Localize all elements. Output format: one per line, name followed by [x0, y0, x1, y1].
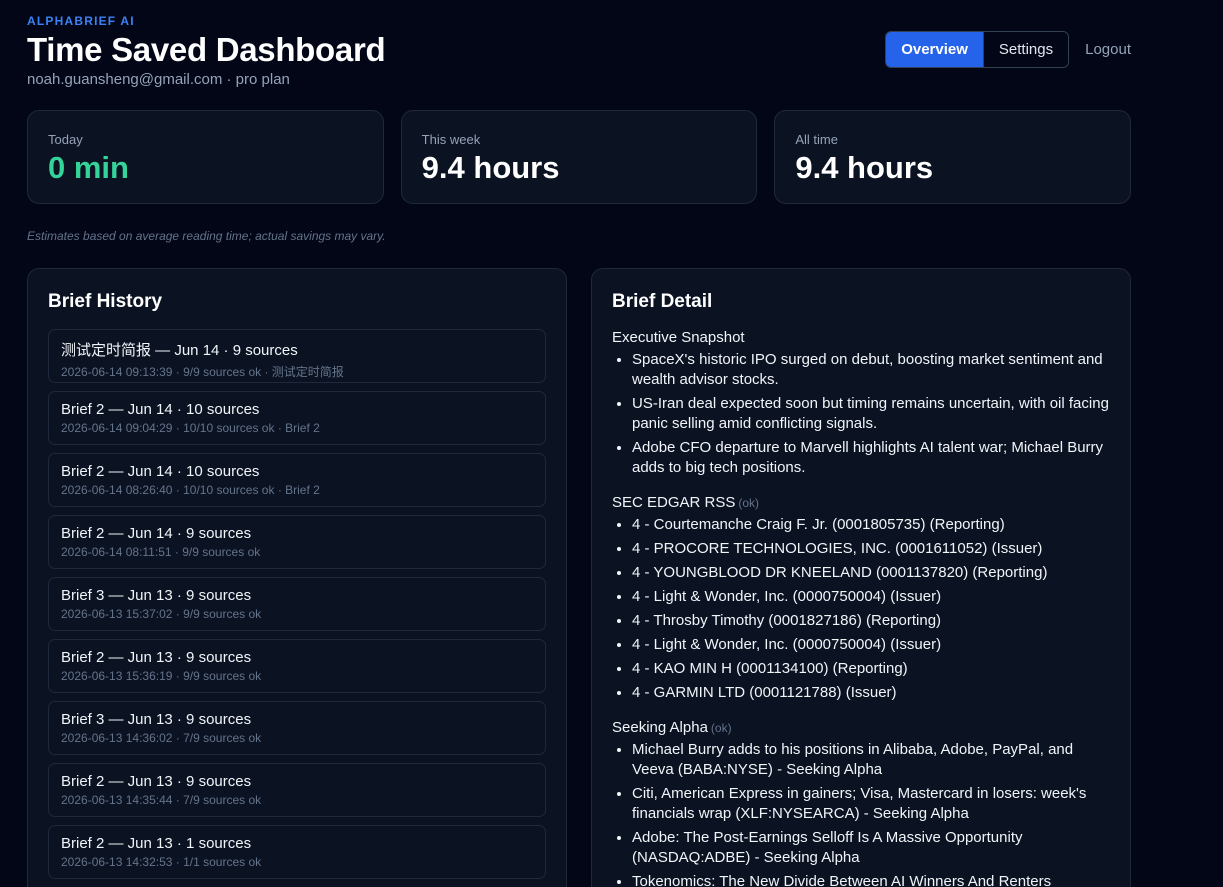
brief-item-title: Brief 2 — Jun 13 · 9 sources	[61, 773, 252, 790]
brief-item-title: Brief 2 — Jun 13 · 1 sources	[61, 835, 252, 852]
section-item: 4 - GARMIN LTD (0001121788) (Issuer)	[632, 683, 1110, 703]
brief-history-panel: Brief History 测试定时简报 — Jun 14 · 9 source…	[27, 268, 567, 887]
section-item: Michael Burry adds to his positions in A…	[632, 740, 1110, 780]
brief-history-item[interactable]: Brief 2 — Jun 14 · 10 sources 2026-06-14 …	[48, 391, 546, 445]
section-status: (ok)	[710, 721, 732, 735]
section-heading: SEC EDGAR RSS (ok)	[612, 494, 1110, 511]
brief-item-title: Brief 2 — Jun 13 · 9 sources	[61, 649, 252, 666]
stat-value: 9.4 hours	[421, 150, 560, 185]
brief-item-title: 测试定时简报 — Jun 14 · 9 sources	[61, 342, 298, 359]
section-heading: Seeking Alpha (ok)	[612, 719, 1110, 736]
section-item: SpaceX's historic IPO surged on debut, b…	[632, 350, 1110, 390]
section-heading-text: SEC EDGAR RSS	[612, 494, 736, 511]
section-heading-text: Executive Snapshot	[612, 329, 745, 346]
section-heading: Executive Snapshot	[612, 329, 1110, 346]
stat-card-today: Today 0 min	[27, 110, 384, 204]
stat-card-all-time: All time 9.4 hours	[774, 110, 1132, 204]
section-item: Adobe: The Post-Earnings Selloff Is A Ma…	[632, 828, 1110, 868]
brief-item-title: Brief 3 — Jun 13 · 9 sources	[61, 587, 252, 604]
brief-item-meta: 2026-06-13 14:36:02 · 7/9 sources ok	[61, 731, 262, 745]
brief-item-meta: 2026-06-14 09:04:29 · 10/10 sources ok ·…	[61, 421, 320, 435]
nav-tab-group: Overview Settings	[885, 31, 1070, 68]
brief-history-item[interactable]: Brief 2 — Jun 14 · 10 sources 2026-06-14 …	[48, 453, 546, 507]
brief-item-meta: 2026-06-13 14:35:44 · 7/9 sources ok	[61, 793, 262, 807]
header: ALPHABRIEF AI Time Saved Dashboard noah.…	[27, 14, 1131, 88]
top-nav: Overview Settings Logout	[885, 31, 1131, 68]
estimate-note: Estimates based on average reading time;…	[27, 229, 386, 243]
section-item: 4 - YOUNGBLOOD DR KNEELAND (0001137820) …	[632, 563, 1110, 583]
tab-overview[interactable]: Overview	[886, 32, 983, 67]
section-item: US-Iran deal expected soon but timing re…	[632, 394, 1110, 434]
brief-item-title: Brief 2 — Jun 14 · 9 sources	[61, 525, 252, 542]
section-item: 4 - Light & Wonder, Inc. (0000750004) (I…	[632, 635, 1110, 655]
brief-history-item[interactable]: Brief 3 — Jun 13 · 9 sources 2026-06-13 1…	[48, 701, 546, 755]
section-item: 4 - Courtemanche Craig F. Jr. (000180573…	[632, 515, 1110, 535]
section-item: Adobe CFO departure to Marvell highlight…	[632, 438, 1110, 478]
logout-link[interactable]: Logout	[1085, 41, 1131, 58]
section-item: Citi, American Express in gainers; Visa,…	[632, 784, 1110, 824]
brief-item-title: Brief 3 — Jun 13 · 9 sources	[61, 711, 252, 728]
section-item: Tokenomics: The New Divide Between AI Wi…	[632, 872, 1110, 887]
stat-value: 9.4 hours	[795, 150, 934, 185]
stat-label: All time	[795, 132, 838, 147]
panel-title: Brief Detail	[612, 291, 713, 312]
brief-detail-body: Executive Snapshot SpaceX's historic IPO …	[612, 329, 1110, 887]
brand-label: ALPHABRIEF AI	[27, 14, 135, 28]
brief-item-title: Brief 2 — Jun 14 · 10 sources	[61, 401, 260, 418]
brief-history-item[interactable]: Brief 3 — Jun 13 · 9 sources 2026-06-13 1…	[48, 577, 546, 631]
stat-card-this-week: This week 9.4 hours	[400, 110, 758, 204]
brief-item-meta: 2026-06-14 09:13:39 · 9/9 sources ok · 测…	[61, 365, 344, 379]
brief-history-item[interactable]: Brief 2 — Jun 13 · 9 sources 2026-06-13 1…	[48, 639, 546, 693]
section-heading-text: Seeking Alpha	[612, 719, 708, 736]
section-status: (ok)	[738, 496, 760, 510]
section-item-list: SpaceX's historic IPO surged on debut, b…	[612, 350, 1110, 478]
stat-label: Today	[48, 132, 83, 147]
section-item: 4 - Light & Wonder, Inc. (0000750004) (I…	[632, 587, 1110, 607]
brief-history-item[interactable]: Brief 2 — Jun 14 · 9 sources 2026-06-14 0…	[48, 515, 546, 569]
brief-history-item[interactable]: 测试定时简报 — Jun 14 · 9 sources 2026-06-14 09…	[48, 329, 546, 383]
stat-label: This week	[421, 132, 481, 147]
section-item: 4 - PROCORE TECHNOLOGIES, INC. (00016110…	[632, 539, 1110, 559]
brief-item-meta: 2026-06-13 15:37:02 · 9/9 sources ok	[61, 607, 262, 621]
brief-item-meta: 2026-06-13 14:32:53 · 1/1 sources ok	[61, 855, 262, 869]
brief-history-item[interactable]: Brief 2 — Jun 13 · 1 sources 2026-06-13 1…	[48, 825, 546, 879]
brief-item-meta: 2026-06-14 08:26:40 · 10/10 sources ok ·…	[61, 483, 320, 497]
brief-history-list: 测试定时简报 — Jun 14 · 9 sources 2026-06-14 09…	[48, 329, 546, 879]
brief-item-meta: 2026-06-13 15:36:19 · 9/9 sources ok	[61, 669, 262, 683]
brief-item-title: Brief 2 — Jun 14 · 10 sources	[61, 463, 260, 480]
brief-item-meta: 2026-06-14 08:11:51 · 9/9 sources ok	[61, 545, 261, 559]
section-item-list: 4 - Courtemanche Craig F. Jr. (000180573…	[612, 515, 1110, 703]
account-subtitle: noah.guansheng@gmail.com · pro plan	[27, 71, 290, 88]
stats-row: Today 0 min This week 9.4 hours All time…	[27, 110, 1132, 204]
tab-settings[interactable]: Settings	[982, 32, 1069, 67]
section-item-list: Michael Burry adds to his positions in A…	[612, 740, 1110, 887]
section-item: 4 - Throsby Timothy (0001827186) (Report…	[632, 611, 1110, 631]
stat-value: 0 min	[48, 150, 129, 185]
panel-title: Brief History	[48, 291, 163, 312]
brief-detail-panel: Brief Detail Executive Snapshot SpaceX's …	[591, 268, 1131, 887]
section-item: 4 - KAO MIN H (0001134100) (Reporting)	[632, 659, 1110, 679]
brief-history-item[interactable]: Brief 2 — Jun 13 · 9 sources 2026-06-13 1…	[48, 763, 546, 817]
